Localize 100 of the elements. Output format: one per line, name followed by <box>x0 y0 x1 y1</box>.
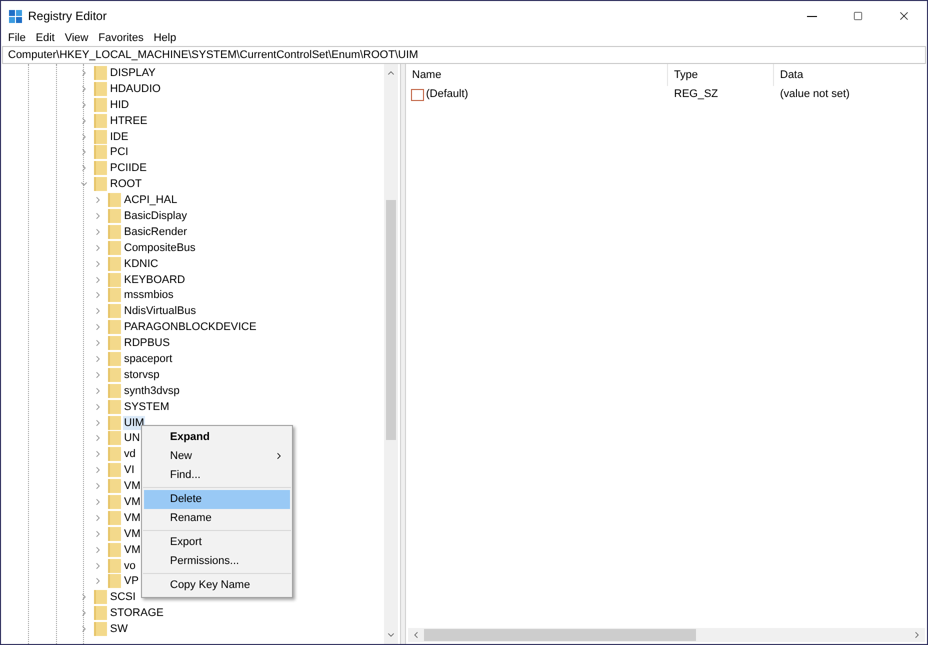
tree-item[interactable]: storvsp <box>123 368 160 382</box>
tree-item[interactable]: UIM <box>123 416 146 430</box>
folder-icon <box>108 558 121 573</box>
tree-item[interactable]: mssmbios <box>123 288 175 302</box>
tree-item[interactable]: BasicRender <box>123 224 188 239</box>
tree-item[interactable]: PCI <box>109 145 130 160</box>
menu-item[interactable]: Favorites <box>93 30 149 47</box>
tree-item[interactable]: VM <box>123 494 142 509</box>
tree-item[interactable]: PARAGONBLOCKDEVICE <box>123 320 258 334</box>
folder-icon <box>108 574 121 588</box>
context-menu-item[interactable]: Delete <box>144 490 290 509</box>
menu-item[interactable]: Help <box>148 30 182 47</box>
tree-item[interactable]: synth3dvsp <box>123 384 181 398</box>
folder-icon <box>94 82 107 96</box>
tree-item[interactable]: ACPI_HAL <box>123 193 178 208</box>
folder-icon <box>94 66 107 80</box>
folder-icon <box>108 272 121 287</box>
column-header[interactable]: Type <box>668 64 774 86</box>
app-icon <box>9 10 22 22</box>
tree-item[interactable]: PCIIDE <box>109 161 148 176</box>
folder-icon <box>94 130 107 144</box>
tree-item[interactable]: RDPBUS <box>123 336 171 350</box>
folder-icon <box>94 98 107 112</box>
tree-item[interactable]: SYSTEM <box>123 400 170 414</box>
folder-icon <box>108 416 121 430</box>
folder-icon <box>108 526 121 541</box>
window-title: Registry Editor <box>28 8 107 25</box>
table-cell-text: (value not set) <box>779 87 851 102</box>
tree-item[interactable]: ROOT <box>109 177 143 192</box>
menu-item[interactable]: View <box>60 30 94 47</box>
tree-item[interactable]: vd <box>123 447 137 462</box>
folder-icon <box>94 177 107 192</box>
folder-icon <box>108 479 121 494</box>
context-menu-item[interactable]: Export <box>144 532 290 552</box>
folder-icon <box>108 463 121 478</box>
folder-icon <box>108 240 121 255</box>
folder-icon <box>94 114 107 128</box>
tree-item[interactable]: HDAUDIO <box>109 82 162 96</box>
folder-icon <box>108 542 121 557</box>
folder-icon <box>108 510 121 525</box>
folder-icon <box>108 256 121 271</box>
folder-icon <box>108 494 121 509</box>
table-cell[interactable]: (Default) <box>426 86 468 103</box>
folder-icon <box>108 224 121 239</box>
tree-item[interactable]: KEYBOARD <box>123 272 186 287</box>
tree-item[interactable]: CompositeBus <box>123 240 197 255</box>
context-menu-item[interactable]: Copy Key Name <box>144 576 290 595</box>
tree-item[interactable]: VM <box>123 526 142 541</box>
tree-item[interactable]: vo <box>123 558 137 573</box>
tree-item[interactable]: IDE <box>109 130 130 144</box>
folder-icon <box>94 161 107 176</box>
context-menu-item[interactable]: New <box>144 446 290 466</box>
tree-item[interactable]: KDNIC <box>123 256 160 271</box>
tree-item[interactable]: HTREE <box>109 114 148 128</box>
string-value-icon <box>411 88 424 100</box>
menu-item[interactable]: File <box>3 30 31 47</box>
folder-icon <box>108 384 121 398</box>
tree-item[interactable]: SCSI <box>109 590 137 604</box>
tree-item[interactable]: HID <box>109 98 130 112</box>
folder-icon <box>108 352 121 366</box>
folder-icon <box>108 431 121 446</box>
folder-icon <box>108 208 121 223</box>
tree-item[interactable]: UN <box>123 431 141 446</box>
scroll-thumb[interactable] <box>386 200 396 440</box>
address-bar[interactable]: Computer\HKEY_LOCAL_MACHINE\SYSTEM\CurrentControlSet\Enum\ROOT\UIM <box>2 46 926 64</box>
folder-icon <box>108 368 121 382</box>
tree-item[interactable]: VI <box>123 463 136 478</box>
context-menu-item[interactable]: Rename <box>144 508 290 528</box>
folder-icon <box>108 400 121 414</box>
folder-icon <box>94 606 107 620</box>
tree-item[interactable]: DISPLAY <box>109 66 157 80</box>
tree-item[interactable]: SW <box>109 622 129 636</box>
tree-item[interactable]: VP <box>123 574 140 588</box>
folder-icon <box>108 304 121 318</box>
context-menu-item[interactable]: Expand <box>144 428 290 447</box>
context-menu-item[interactable]: Permissions... <box>144 552 290 571</box>
tree-item[interactable]: VM <box>123 510 142 525</box>
maximize-icon <box>853 11 863 21</box>
column-header[interactable]: Name <box>406 64 668 86</box>
tree-item[interactable]: STORAGE <box>109 606 165 620</box>
folder-icon <box>94 622 107 636</box>
tree-item[interactable]: BasicDisplay <box>123 208 188 223</box>
folder-icon <box>108 320 121 334</box>
folder-icon <box>94 145 107 160</box>
table-cell-text: REG_SZ <box>673 87 720 102</box>
folder-icon <box>94 590 107 604</box>
column-header[interactable]: Data <box>774 64 927 86</box>
horizontal-scrollbar[interactable] <box>408 628 925 642</box>
tree-item[interactable]: VM <box>123 479 142 494</box>
tree-item[interactable]: NdisVirtualBus <box>123 304 197 318</box>
tree-item[interactable]: VM <box>123 542 142 557</box>
scroll-thumb[interactable] <box>424 629 696 641</box>
vertical-scrollbar[interactable] <box>384 64 398 644</box>
folder-icon <box>108 288 121 302</box>
folder-icon <box>108 336 121 350</box>
menu-item[interactable]: Edit <box>30 30 60 47</box>
context-menu-item[interactable]: Find... <box>144 466 290 485</box>
folder-icon <box>108 193 121 208</box>
tree-item[interactable]: spaceport <box>123 352 174 366</box>
folder-icon <box>108 447 121 462</box>
